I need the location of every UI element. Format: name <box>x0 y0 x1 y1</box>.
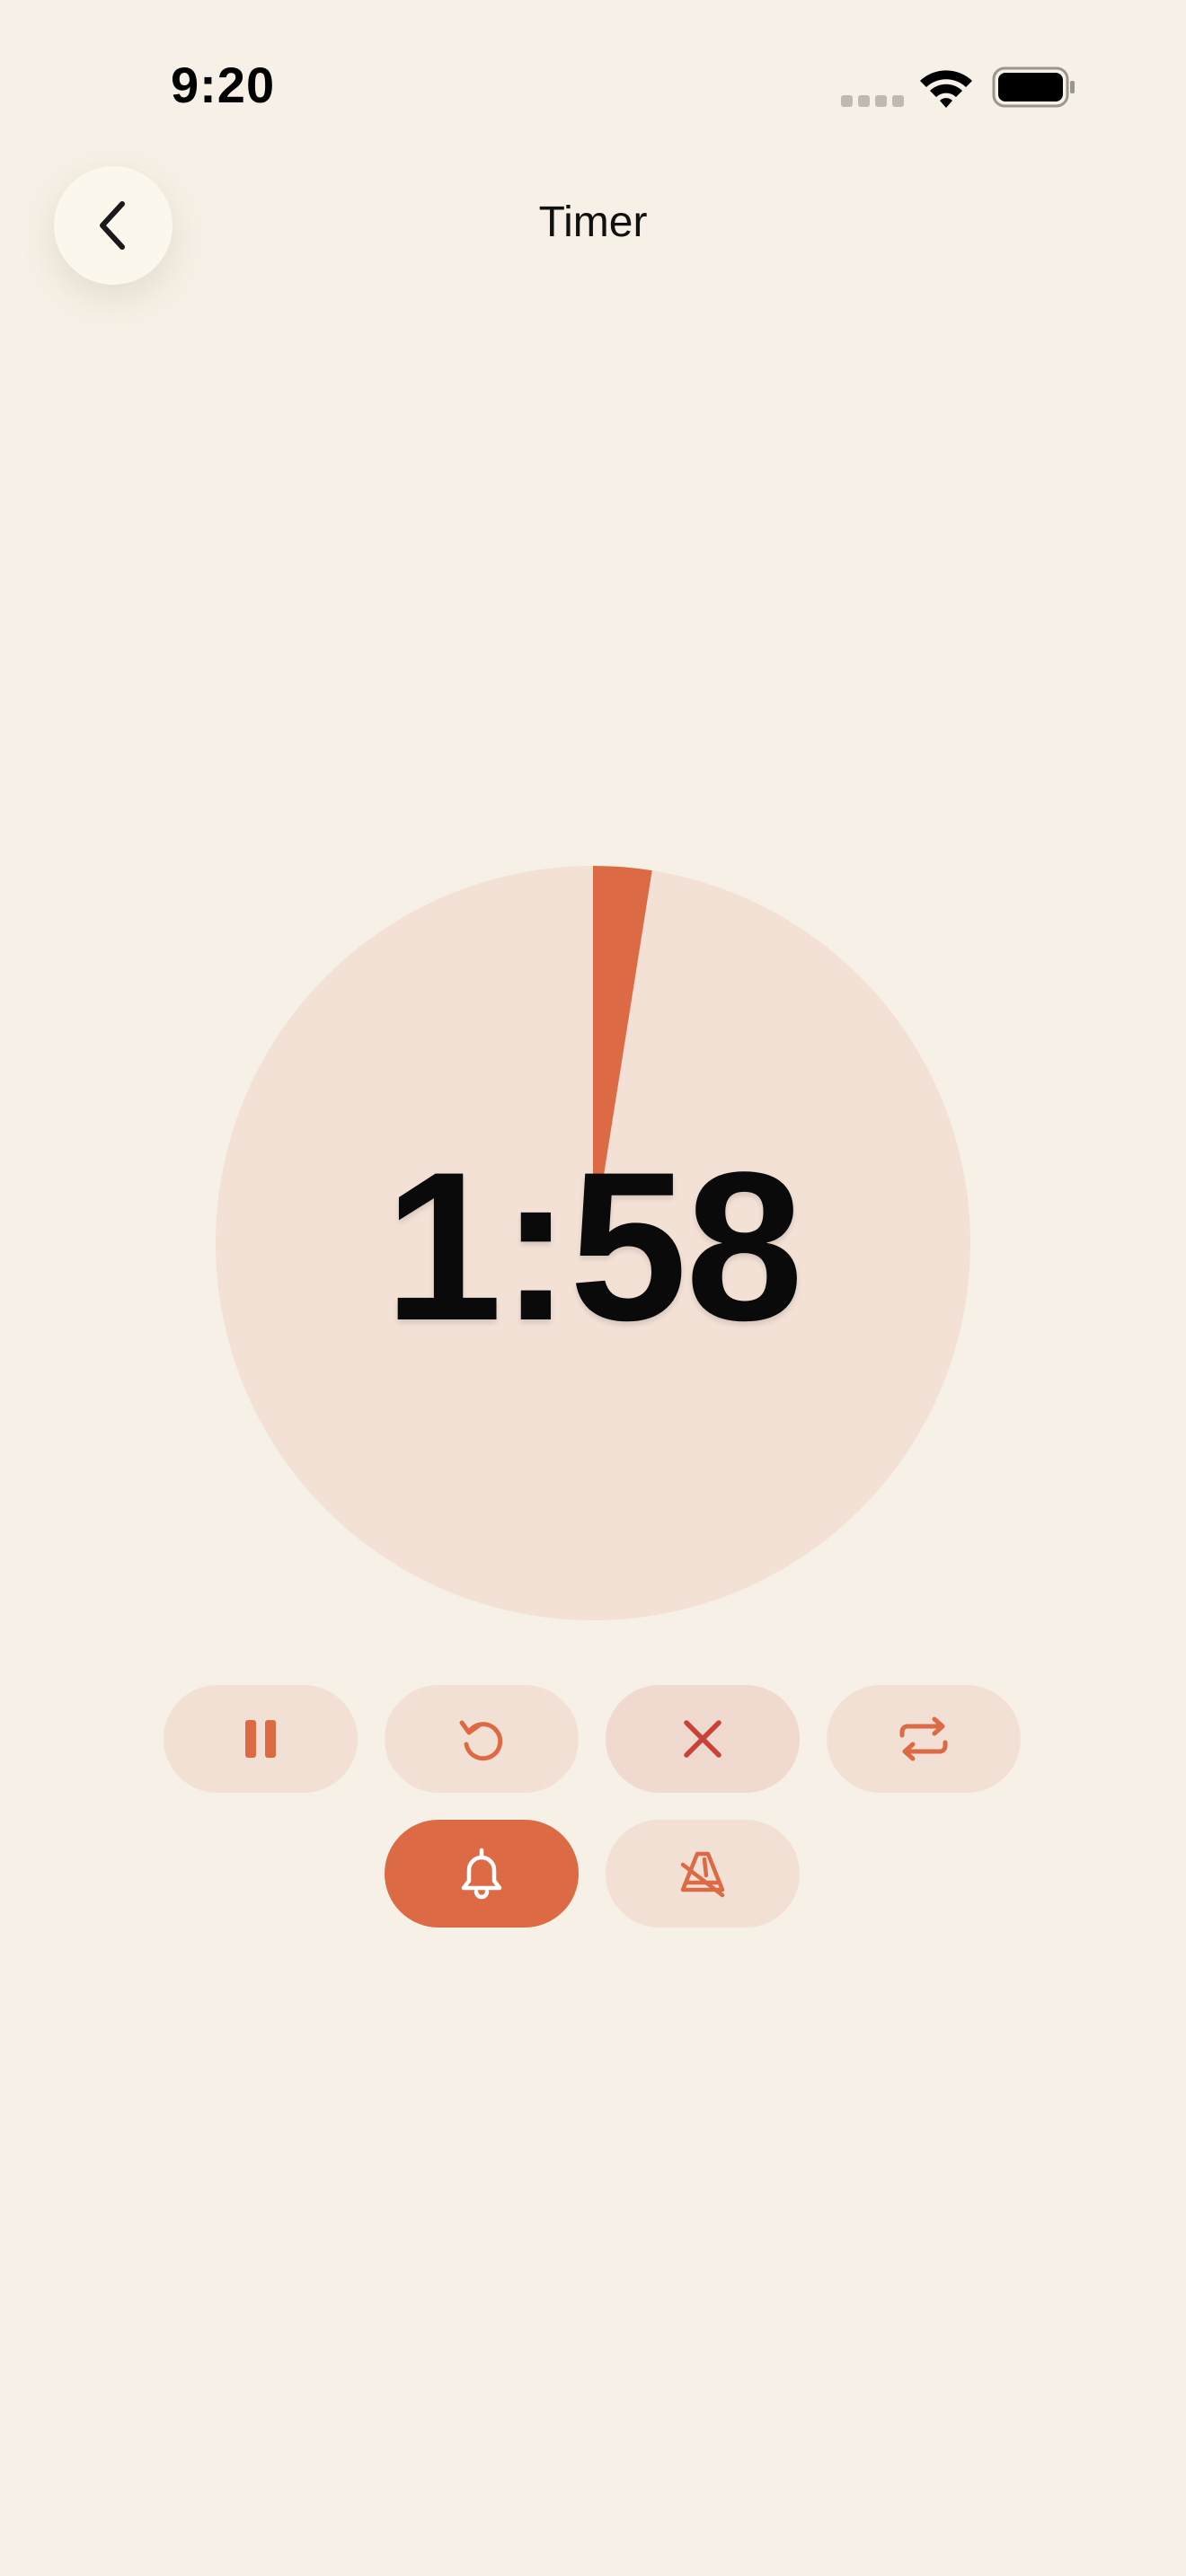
wifi-icon <box>920 70 972 108</box>
pause-icon <box>245 1720 276 1758</box>
status-time: 9:20 <box>171 57 276 113</box>
close-icon <box>684 1720 721 1758</box>
metronome-off-icon <box>680 1851 725 1898</box>
pause-button[interactable] <box>164 1685 358 1793</box>
bell-icon <box>461 1848 502 1900</box>
alarm-button[interactable] <box>385 1820 579 1928</box>
reset-icon <box>459 1720 503 1761</box>
cellular-signal-icon <box>841 95 904 107</box>
metronome-button[interactable] <box>606 1820 800 1928</box>
battery-icon <box>992 66 1075 108</box>
cancel-button[interactable] <box>606 1685 800 1793</box>
status-bar: 9:20 <box>0 0 1186 171</box>
reset-button[interactable] <box>385 1685 579 1793</box>
timer-remaining: 1:58 <box>384 1128 803 1365</box>
repeat-icon <box>899 1716 948 1761</box>
repeat-button[interactable] <box>827 1685 1021 1793</box>
page-title: Timer <box>538 198 648 246</box>
